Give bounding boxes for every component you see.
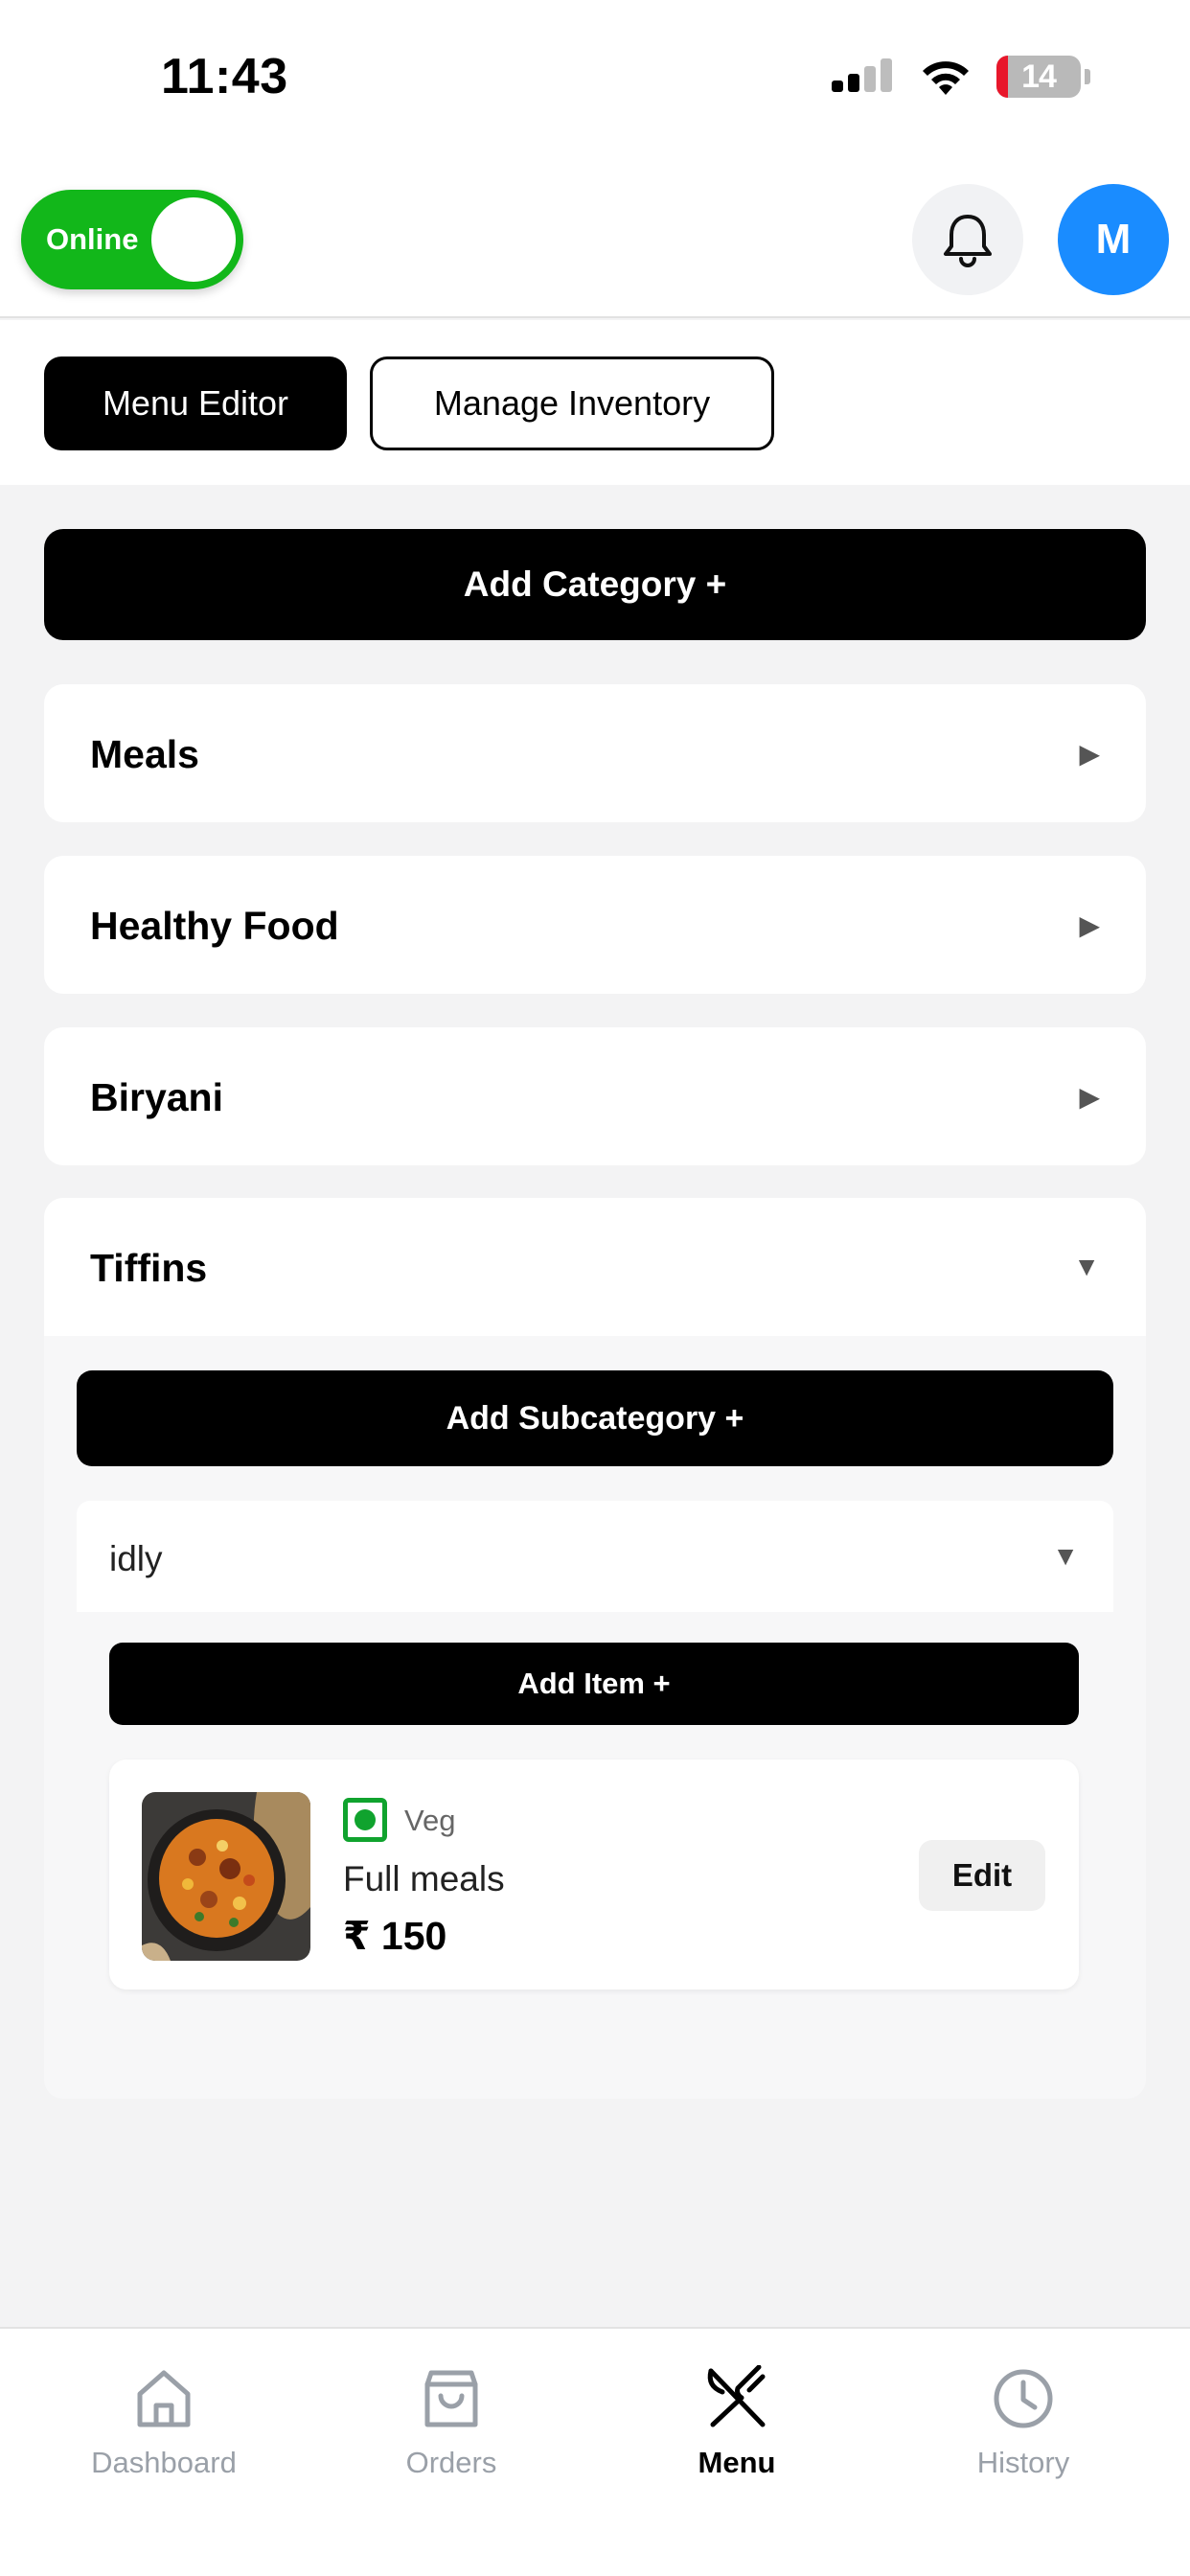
user-avatar[interactable]: M: [1058, 184, 1169, 295]
nav-label: History: [976, 2446, 1070, 2479]
fork-knife-icon: [707, 2365, 766, 2427]
tab-menu-editor[interactable]: Menu Editor: [44, 356, 347, 450]
toggle-knob: [151, 197, 236, 282]
expand-arrow-icon: ▶: [1079, 910, 1100, 940]
tab-bar: Menu Editor Manage Inventory: [0, 320, 1190, 485]
nav-label: Menu: [698, 2446, 776, 2479]
battery-icon: 14: [996, 56, 1081, 98]
subcategory-title: idly: [109, 1539, 163, 1578]
notifications-button[interactable]: [912, 184, 1023, 295]
category-healthy-food[interactable]: Healthy Food ▶: [44, 856, 1146, 994]
bell-icon: [944, 215, 992, 267]
item-price: ₹ 150: [343, 1914, 447, 1958]
add-item-button[interactable]: Add Item +: [109, 1643, 1079, 1725]
category-tiffins-header[interactable]: Tiffins ▼: [44, 1198, 1146, 1336]
category-biryani[interactable]: Biryani ▶: [44, 1027, 1146, 1165]
nav-dashboard[interactable]: Dashboard: [39, 2365, 288, 2518]
add-subcategory-button[interactable]: Add Subcategory +: [77, 1370, 1113, 1466]
nav-orders[interactable]: Orders: [327, 2365, 576, 2518]
nav-label: Orders: [405, 2446, 497, 2479]
item-type-label: Veg: [404, 1804, 456, 1837]
wifi-icon: [923, 61, 969, 95]
app-header: Online M: [0, 163, 1190, 318]
cellular-signal-icon: [832, 58, 892, 92]
clock-icon: [994, 2369, 1053, 2428]
category-title: Biryani: [90, 1075, 223, 1119]
tab-manage-inventory[interactable]: Manage Inventory: [370, 356, 774, 450]
item-image: [142, 1792, 310, 1961]
veg-indicator-icon: [343, 1798, 387, 1842]
category-meals[interactable]: Meals ▶: [44, 684, 1146, 822]
app-screen: 11:43 14 Online M Menu Editor Manage Inv…: [0, 0, 1190, 2576]
bottom-navigation: Dashboard Orders Menu History: [0, 2327, 1190, 2576]
add-category-button[interactable]: Add Category +: [44, 529, 1146, 640]
collapse-arrow-icon: ▼: [1073, 1252, 1100, 1281]
expand-arrow-icon: ▶: [1079, 739, 1100, 769]
category-title: Tiffins: [90, 1246, 208, 1290]
edit-item-button[interactable]: Edit: [919, 1840, 1045, 1911]
status-bar: 11:43 14: [0, 0, 1190, 163]
battery-level: 14: [1021, 58, 1057, 95]
online-toggle[interactable]: Online: [21, 190, 243, 289]
shopping-bag-icon: [424, 2370, 478, 2427]
category-title: Meals: [90, 732, 199, 776]
category-title: Healthy Food: [90, 904, 339, 948]
nav-menu[interactable]: Menu: [612, 2365, 861, 2518]
category-tiffins: Tiffins ▼ Add Subcategory + idly ▼ Add I…: [44, 1198, 1146, 2099]
online-label: Online: [46, 222, 139, 256]
status-time: 11:43: [161, 49, 288, 104]
subcategory-idly-header[interactable]: idly ▼: [77, 1501, 1113, 1612]
home-icon: [137, 2370, 191, 2427]
collapse-arrow-icon: ▼: [1052, 1541, 1079, 1571]
nav-history[interactable]: History: [899, 2365, 1148, 2518]
nav-label: Dashboard: [91, 2446, 237, 2479]
battery-nub: [1085, 69, 1090, 84]
status-icons: 14: [832, 56, 1090, 98]
item-name: Full meals: [343, 1859, 505, 1898]
expand-arrow-icon: ▶: [1079, 1082, 1100, 1112]
menu-item-card: Veg Full meals ₹ 150 Edit: [109, 1760, 1079, 1990]
